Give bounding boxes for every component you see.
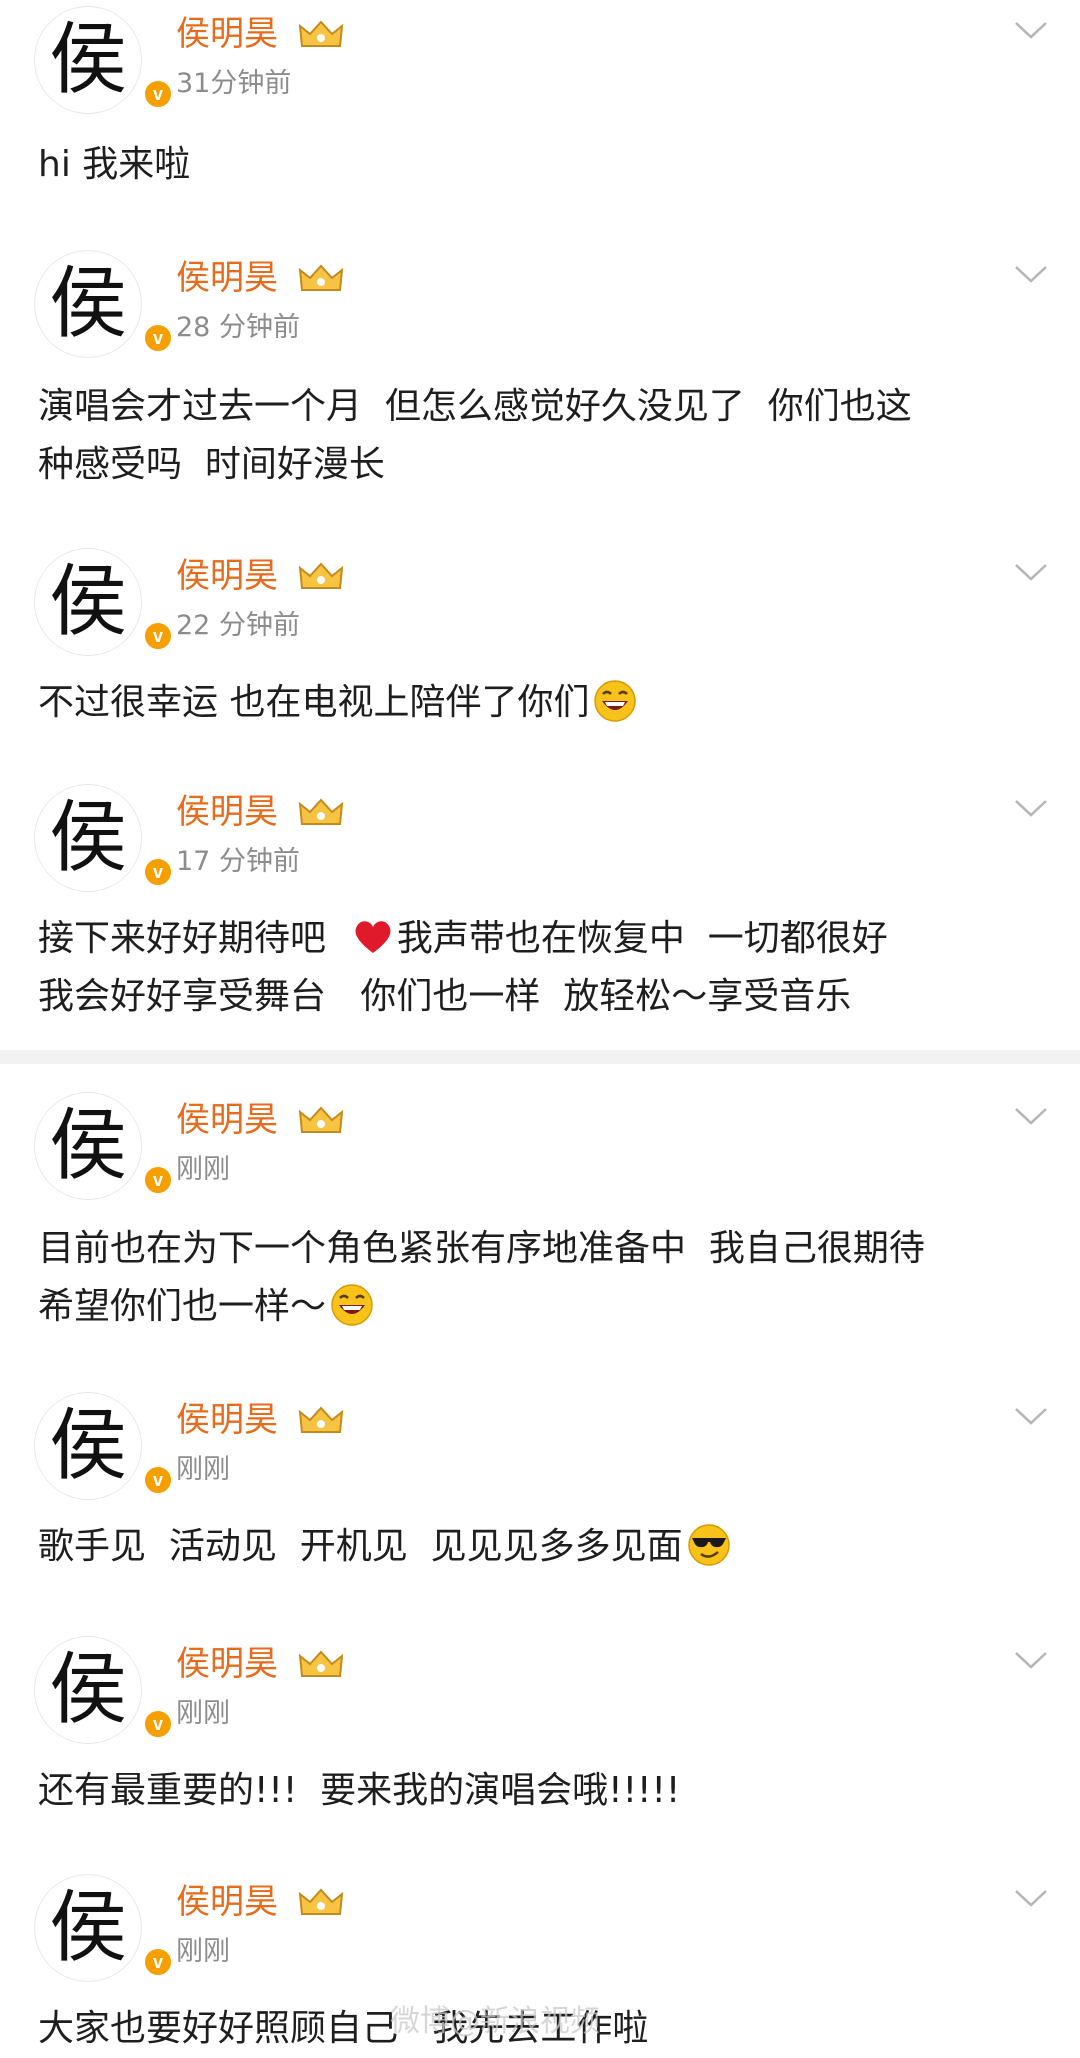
avatar-char: 侯 [48, 15, 127, 105]
sunglasses-emoji-icon [687, 1524, 730, 1566]
post-time: 刚刚 [176, 1154, 230, 1185]
comment-text: 歌手见 活动见 开机见 见见见多多见面 [38, 1518, 1048, 1576]
chevron-down-icon[interactable] [1014, 20, 1048, 40]
verified-badge-icon: v [142, 1464, 174, 1496]
chevron-down-icon[interactable] [1014, 264, 1048, 284]
crown-vip-icon [298, 1888, 344, 1915]
section-divider [0, 1050, 1080, 1064]
red-heart-icon [355, 921, 391, 953]
username[interactable]: 侯明昊 [176, 12, 278, 56]
grinning-sweat-emoji-icon [594, 680, 637, 722]
crown-vip-icon [298, 798, 344, 825]
crown-vip-icon [298, 1406, 344, 1433]
username[interactable]: 侯明昊 [176, 790, 278, 834]
post-time: 17 分钟前 [176, 846, 300, 877]
crown-vip-icon [298, 1650, 344, 1677]
watermark: 微博@新浪视频 [390, 2004, 600, 2039]
verified-badge-icon: v [142, 856, 174, 888]
post-time: 刚刚 [176, 1936, 230, 1967]
avatar-char: 侯 [48, 259, 127, 349]
avatar[interactable]: 侯 v [34, 6, 174, 114]
chevron-down-icon[interactable] [1014, 798, 1048, 818]
verified-badge-icon: v [142, 1708, 174, 1740]
chevron-down-icon[interactable] [1014, 562, 1048, 582]
verified-badge-icon: v [142, 1164, 174, 1196]
chevron-down-icon[interactable] [1014, 1888, 1048, 1908]
crown-vip-icon [298, 264, 344, 291]
avatar-char: 侯 [48, 1401, 127, 1491]
username[interactable]: 侯明昊 [176, 1398, 278, 1442]
comment-line: 种感受吗 时间好漫长 [38, 444, 385, 485]
verified-badge-icon: v [142, 620, 174, 652]
avatar-char: 侯 [48, 793, 127, 883]
comment-line: 接下来好好期待吧 [38, 918, 349, 959]
comment-text: 接下来好好期待吧 我声带也在恢复中 一切都很好 我会好好享受舞台 你们也一样 放… [38, 910, 1048, 1026]
avatar-char: 侯 [48, 1645, 127, 1735]
username[interactable]: 侯明昊 [176, 1098, 278, 1142]
avatar[interactable]: 侯 v [34, 1874, 174, 1982]
avatar[interactable]: 侯 v [34, 250, 174, 358]
comment-text: 不过很幸运 也在电视上陪伴了你们 [38, 674, 1048, 732]
comment-line: 我会好好享受舞台 你们也一样 放轻松～享受音乐 [38, 976, 852, 1017]
username[interactable]: 侯明昊 [176, 1642, 278, 1686]
chevron-down-icon[interactable] [1014, 1650, 1048, 1670]
username[interactable]: 侯明昊 [176, 1880, 278, 1924]
comment-text: hi 我来啦 [38, 144, 191, 185]
post-time: 22 分钟前 [176, 610, 300, 641]
crown-vip-icon [298, 20, 344, 47]
comment-line: 目前也在为下一个角色紧张有序地准备中 我自己很期待 [38, 1228, 925, 1269]
comment-line: 演唱会才过去一个月 但怎么感觉好久没见了 你们也这 [38, 386, 912, 427]
grinning-sweat-emoji-icon [331, 1284, 373, 1326]
chevron-down-icon[interactable] [1014, 1106, 1048, 1126]
crown-vip-icon [298, 1106, 344, 1133]
username[interactable]: 侯明昊 [176, 256, 278, 300]
avatar[interactable]: 侯 v [34, 1092, 174, 1200]
post-time: 刚刚 [176, 1454, 230, 1485]
avatar[interactable]: 侯 v [34, 1392, 174, 1500]
post-time: 31分钟前 [176, 68, 292, 99]
comment-line: 歌手见 活动见 开机见 见见见多多见面 [38, 1526, 683, 1567]
comment-feed: 侯 v 侯明昊 31分钟前 hi 我来啦 侯 v 侯明昊 28 分钟前 演唱会才… [0, 0, 1080, 2057]
avatar-char: 侯 [48, 557, 127, 647]
avatar[interactable]: 侯 v [34, 548, 174, 656]
verified-badge-icon: v [142, 1946, 174, 1978]
post-time: 刚刚 [176, 1698, 230, 1729]
comment-text: 目前也在为下一个角色紧张有序地准备中 我自己很期待 希望你们也一样～ [38, 1220, 1048, 1336]
avatar[interactable]: 侯 v [34, 1636, 174, 1744]
comment-line: 不过很幸运 也在电视上陪伴了你们 [38, 682, 590, 723]
avatar[interactable]: 侯 v [34, 784, 174, 892]
verified-badge-icon: v [142, 78, 174, 110]
avatar-char: 侯 [48, 1101, 127, 1191]
verified-badge-icon: v [142, 322, 174, 354]
chevron-down-icon[interactable] [1014, 1406, 1048, 1426]
post-time: 28 分钟前 [176, 312, 300, 343]
comment-line: 我声带也在恢复中 一切都很好 [396, 918, 888, 959]
avatar-char: 侯 [48, 1883, 127, 1973]
crown-vip-icon [298, 562, 344, 589]
comment-line: 希望你们也一样～ [38, 1286, 327, 1327]
comment-text: 演唱会才过去一个月 但怎么感觉好久没见了 你们也这 种感受吗 时间好漫长 [38, 378, 1048, 494]
username[interactable]: 侯明昊 [176, 554, 278, 598]
comment-text: 还有最重要的!!! 要来我的演唱会哦!!!!! [38, 1770, 681, 1811]
